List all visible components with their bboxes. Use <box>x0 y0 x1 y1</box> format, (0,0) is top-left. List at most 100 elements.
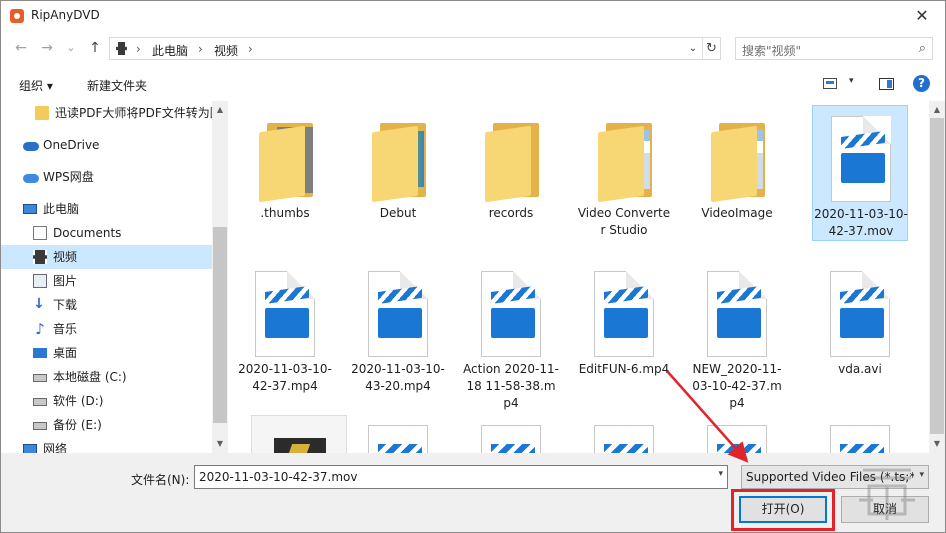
folder-item[interactable]: VideoImage <box>689 105 785 255</box>
video-file-item[interactable]: Action 2020-11-18 11-58-38.mp4 <box>463 261 559 411</box>
video-file-item[interactable] <box>463 415 559 453</box>
video-file-icon <box>368 271 428 357</box>
up-button[interactable]: ↑ <box>85 38 105 58</box>
dialog-footer: 文件名(N): 2020-11-03-10-42-37.mov ▾ Suppor… <box>1 453 945 532</box>
sidebar-item[interactable]: ↓ 下载 <box>1 293 213 317</box>
video-folder-icon <box>116 42 127 55</box>
forward-button[interactable]: → <box>37 38 57 58</box>
music-icon: ♪ <box>35 320 45 338</box>
video-file-item[interactable]: 2020-11-03-10-43-20.mp4 <box>350 261 446 411</box>
sidebar-item-label: 网络 <box>43 442 68 453</box>
sidebar-item[interactable]: Documents <box>1 221 213 245</box>
filename-input[interactable]: 2020-11-03-10-42-37.mov ▾ <box>194 465 728 489</box>
file-name-label: NEW_2020-11-03-10-42-37.mp4 <box>692 362 782 410</box>
video-file-item[interactable] <box>576 415 672 453</box>
video-file-icon <box>481 271 541 357</box>
sidebar-item-label: 音乐 <box>53 322 78 336</box>
video-thumbnail-icon <box>274 438 326 453</box>
network-icon <box>23 444 37 453</box>
video-file-item[interactable] <box>812 415 908 453</box>
sidebar-item[interactable]: 图片 <box>1 269 213 293</box>
address-dropdown-button[interactable]: ⌄ <box>684 38 702 59</box>
sidebar-item[interactable]: 备份 (E:) <box>1 413 213 437</box>
sidebar-item[interactable]: 视频 <box>1 245 213 269</box>
folder-icon <box>598 117 658 203</box>
sidebar-scroll-down-icon[interactable]: ▼ <box>212 439 228 448</box>
folder-item[interactable]: Video Converter Studio <box>576 105 672 255</box>
filename-dropdown-icon[interactable]: ▾ <box>718 469 723 479</box>
sidebar-item-label: 本地磁盘 (C:) <box>53 370 127 384</box>
video-file-icon <box>707 425 767 453</box>
video-file-item[interactable]: 2020-11-03-10-42-37.mp4 <box>237 261 333 411</box>
back-button[interactable]: ← <box>11 38 31 58</box>
drive-icon <box>33 374 47 382</box>
video-file-icon <box>707 271 767 357</box>
refresh-button[interactable]: ↻ <box>702 38 720 59</box>
sidebar-scroll-up-icon[interactable]: ▲ <box>212 105 228 114</box>
video-file-icon <box>255 271 315 357</box>
video-icon <box>33 250 47 264</box>
sidebar-item[interactable]: 迅读PDF大师将PDF文件转为图 <box>1 101 213 125</box>
sidebar-item[interactable]: WPS网盘 <box>1 165 213 189</box>
change-view-icon[interactable] <box>823 78 837 89</box>
sidebar-item[interactable]: 软件 (D:) <box>1 389 213 413</box>
breadcrumb-separator: › <box>248 42 253 56</box>
address-bar[interactable]: › 此电脑 › 视频 › ⌄ ↻ <box>109 37 721 60</box>
sidebar-item[interactable]: 此电脑 <box>1 197 213 221</box>
new-folder-button[interactable]: 新建文件夹 <box>87 77 147 94</box>
view-options-chevron-icon[interactable]: ▾ <box>849 76 854 86</box>
filename-value[interactable]: 2020-11-03-10-42-37.mov <box>199 470 357 484</box>
search-input[interactable]: 搜索"视频" <box>742 42 801 59</box>
file-list-scroll-up-icon[interactable]: ▲ <box>929 105 945 114</box>
sidebar-item[interactable]: 本地磁盘 (C:) <box>1 365 213 389</box>
sidebar-item-label: 迅读PDF大师将PDF文件转为图 <box>55 106 213 120</box>
video-file-item[interactable]: vda.avi <box>812 261 908 411</box>
organize-button[interactable]: 组织 ▾ <box>19 77 53 94</box>
video-file-item[interactable]: NEW_2020-11-03-10-42-37.mp4 <box>689 261 785 411</box>
folder-item[interactable]: Debut <box>350 105 446 255</box>
video-file-icon <box>594 425 654 453</box>
folder-icon <box>372 117 432 203</box>
sidebar-item[interactable]: 网络 <box>1 437 213 453</box>
video-file-item[interactable]: EditFUN-6.mp4 <box>576 261 672 411</box>
video-file-item[interactable]: 2020-11-03-10-42-37.mov <box>812 105 908 241</box>
recent-locations-button[interactable]: ⌄ <box>61 38 81 58</box>
video-file-icon <box>830 271 890 357</box>
video-thumbnail-item[interactable] <box>251 415 347 453</box>
navigation-pane: 迅读PDF大师将PDF文件转为图 OneDrive WPS网盘此电脑 Document… <box>1 101 228 453</box>
folder-item[interactable]: .thumbs <box>237 105 333 255</box>
computer-icon <box>23 204 37 214</box>
open-button[interactable]: 打开(O) <box>739 496 827 523</box>
cloud-icon <box>23 142 39 151</box>
sidebar-item-label: 视频 <box>53 250 78 264</box>
command-bar: 组织 ▾ 新建文件夹 ▾ ? <box>1 67 945 101</box>
wps-cloud-icon <box>23 174 39 183</box>
file-list-scroll-down-icon[interactable]: ▼ <box>929 439 945 448</box>
video-file-item[interactable] <box>689 415 785 453</box>
sidebar-item[interactable]: ♪ 音乐 <box>1 317 213 341</box>
window-title: RipAnyDVD <box>31 8 100 22</box>
video-file-icon <box>594 271 654 357</box>
search-icon[interactable]: ⌕ <box>919 41 926 56</box>
search-box[interactable]: 搜索"视频" ⌕ <box>735 37 933 60</box>
preview-pane-icon[interactable] <box>879 78 894 90</box>
file-name-label: 2020-11-03-10-43-20.mp4 <box>351 362 445 393</box>
breadcrumb-videos[interactable]: 视频 <box>214 42 238 59</box>
file-name-label: 2020-11-03-10-42-37.mov <box>814 207 908 238</box>
folder-item[interactable]: records <box>463 105 559 255</box>
sidebar-item[interactable]: OneDrive <box>1 133 213 157</box>
close-button[interactable]: ✕ <box>899 1 945 31</box>
sidebar-item-label: 此电脑 <box>43 202 80 216</box>
video-file-icon <box>831 116 891 202</box>
documents-icon <box>33 226 47 240</box>
video-file-item[interactable] <box>350 415 446 453</box>
file-name-label: VideoImage <box>701 206 773 220</box>
file-name-label: vda.avi <box>838 362 882 376</box>
file-list-view: .thumbs Debut records Video Converter Studi… <box>229 101 929 453</box>
sidebar-item[interactable]: 桌面 <box>1 341 213 365</box>
video-file-icon <box>368 425 428 453</box>
sidebar-scrollbar-thumb[interactable] <box>213 227 227 423</box>
file-list-scrollbar-thumb[interactable] <box>930 118 944 434</box>
breadcrumb-this-pc[interactable]: 此电脑 <box>152 42 188 59</box>
help-icon[interactable]: ? <box>913 75 930 92</box>
